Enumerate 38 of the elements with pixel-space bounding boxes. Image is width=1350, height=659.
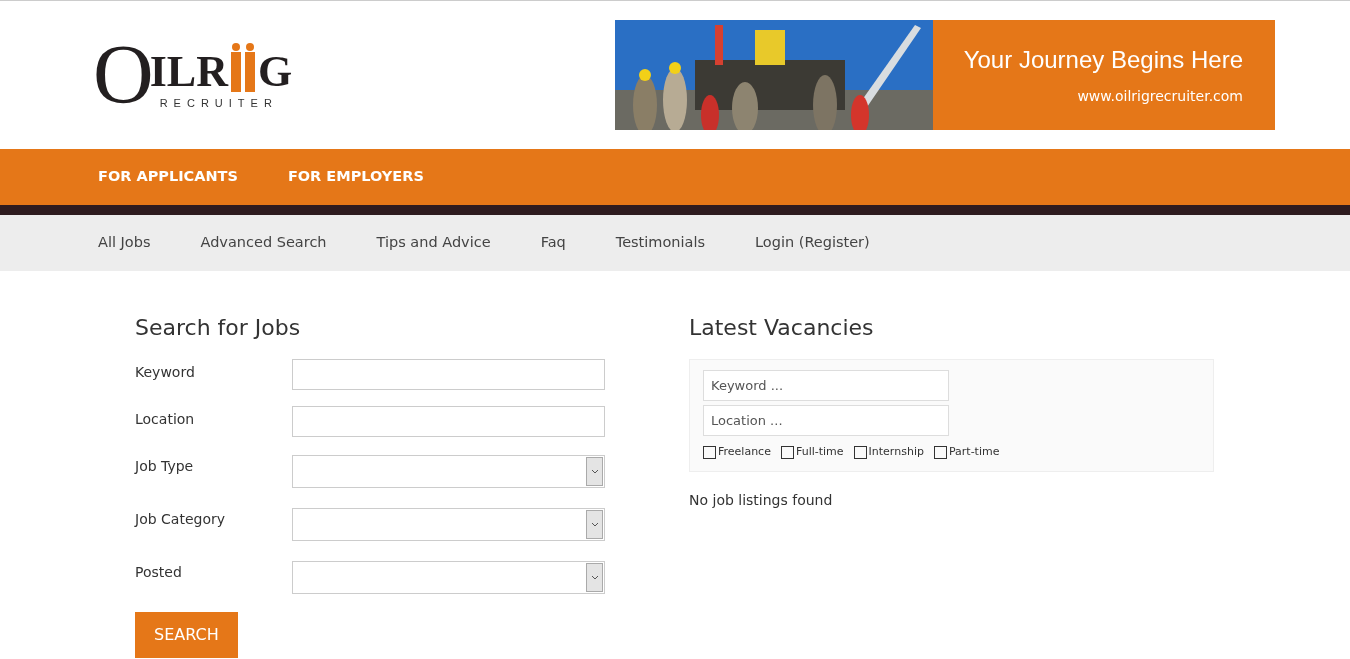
banner-url: www.oilrigrecruiter.com (1077, 87, 1243, 106)
checkbox[interactable] (853, 446, 867, 460)
checkbox-label: Freelance (718, 444, 771, 461)
checkbox-label: Internship (868, 444, 924, 461)
checkbox[interactable] (780, 446, 794, 460)
field-label: Keyword (135, 363, 195, 383)
field-label: Job Type (135, 457, 194, 477)
chevron-down-icon (590, 575, 599, 581)
banner-headline: Your Journey Begins Here (963, 45, 1243, 75)
field-label: Location (135, 410, 195, 430)
logo-tagline: RECRUITER (159, 97, 279, 109)
select-field[interactable] (292, 561, 605, 595)
checkbox-label: Part-time (948, 444, 1000, 461)
sub-nav-link[interactable]: Faq (540, 232, 566, 254)
field-label: Job Category (135, 510, 225, 530)
section-title: Search for Jobs (135, 315, 302, 342)
logo-wordmark: O (93, 37, 150, 113)
field-label: Posted (135, 563, 182, 583)
checkbox-label: Full-time (795, 444, 844, 461)
chevron-down-icon (590, 522, 599, 528)
input-field[interactable] (292, 359, 605, 391)
sub-nav-link[interactable]: All Jobs (98, 232, 151, 254)
logo-wordmark: ILR (149, 49, 228, 94)
sub-nav-link[interactable]: Advanced Search (200, 232, 327, 254)
checkbox[interactable] (933, 446, 947, 460)
input-field[interactable] (292, 406, 605, 438)
input-field[interactable]: Keyword ... (703, 370, 949, 402)
input-field[interactable]: Location ... (703, 405, 949, 437)
sub-nav-link[interactable]: Login (Register) (755, 232, 870, 254)
checkbox[interactable] (703, 446, 716, 460)
chevron-down-icon (590, 469, 599, 475)
select-field[interactable] (292, 508, 605, 542)
logo-wordmark: G (257, 49, 293, 94)
sub-nav-link[interactable]: Testimonials (615, 232, 705, 254)
sub-nav-link[interactable]: Tips and Advice (376, 232, 491, 254)
select-field[interactable] (292, 455, 605, 489)
section-title: Latest Vacancies (689, 315, 875, 342)
empty-message: No job listings found (689, 490, 834, 510)
